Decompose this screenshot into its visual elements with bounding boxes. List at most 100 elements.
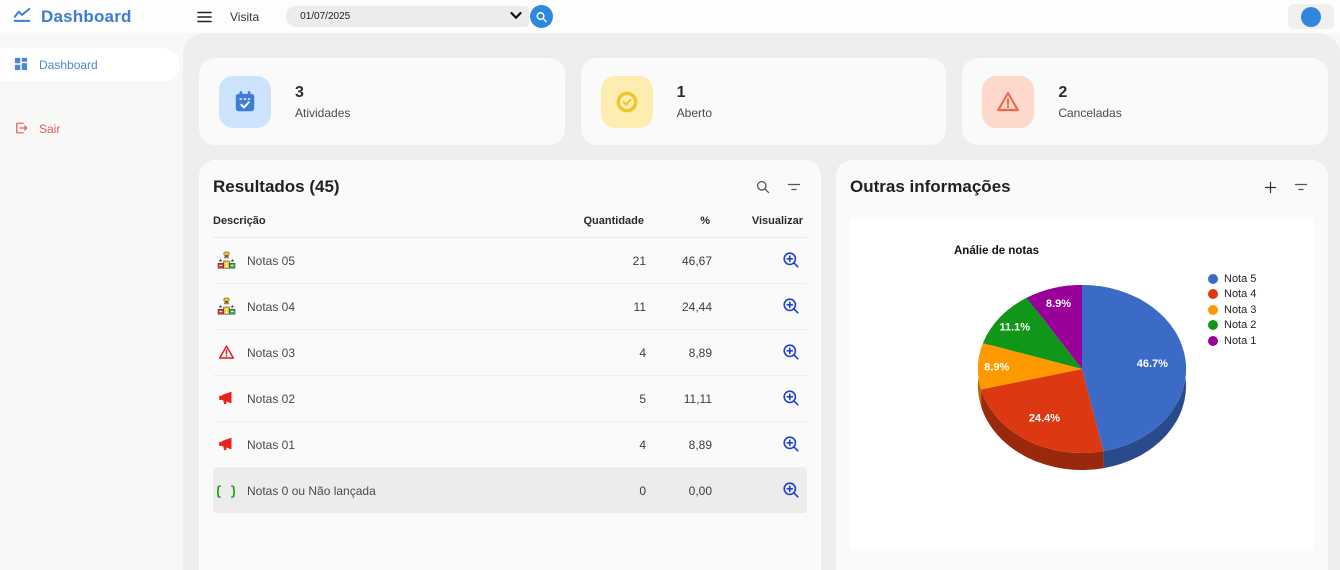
pie-slice-label: 8.9% — [984, 362, 1009, 374]
legend-swatch — [1208, 335, 1218, 346]
row-label: Notas 0 ou Não lançada — [247, 483, 376, 498]
other-info-panel: Outras informações Análie de notas 46.7%… — [836, 160, 1328, 570]
chevron-down-icon — [510, 11, 522, 23]
legend-label: Nota 3 — [1224, 303, 1257, 316]
sidebar-item-label: Sair — [39, 122, 61, 136]
grid-dashboard-icon — [14, 57, 28, 74]
zoom-in-icon[interactable] — [782, 343, 801, 362]
line-chart-logo-icon — [12, 4, 32, 29]
results-panel: Resultados (45) Descrição Quantidade % V… — [199, 160, 821, 570]
svg-text:★: ★ — [230, 304, 235, 309]
pie-slice-label: 46.7% — [1137, 358, 1168, 370]
pie-legend: Nota 5 Nota 4 Nota 3 Nota 2 Nota 1 — [1208, 271, 1256, 349]
row-percent: 0,00 — [688, 483, 712, 498]
avatar — [1301, 6, 1321, 27]
warning-triangle-icon — [982, 75, 1035, 128]
legend-item: Nota 5 — [1208, 271, 1256, 287]
table-filter-icon[interactable] — [787, 180, 801, 194]
column-visualizar: Visualizar — [751, 215, 803, 227]
row-quantity: 4 — [639, 437, 646, 452]
legend-swatch — [1208, 304, 1218, 315]
user-menu[interactable] — [1288, 4, 1334, 29]
row-percent: 11,11 — [683, 391, 712, 406]
table-search-icon[interactable] — [756, 180, 770, 194]
sidebar-item-dashboard[interactable]: Dashboard — [0, 48, 180, 82]
legend-item: Nota 1 — [1208, 333, 1256, 349]
column-quantidade: Quantidade — [583, 215, 644, 227]
row-label: Notas 03 — [247, 345, 296, 360]
row-label: Notas 02 — [247, 391, 296, 406]
megaphone-icon — [216, 390, 236, 407]
row-quantity: 21 — [632, 253, 646, 268]
table-row: { } Notas 0 ou Não lançada 0 0,00 — [213, 468, 807, 513]
row-quantity: 5 — [639, 391, 646, 406]
pie-chart-area: Análie de notas 46.7% 24.4% 8.9% 11.1% 8.9% … — [850, 219, 1314, 549]
search-button[interactable] — [530, 5, 554, 28]
legend-label: Nota 2 — [1224, 319, 1257, 332]
stat-value: 2 — [1058, 83, 1068, 101]
podium-icon: 1 ★ ★ — [216, 297, 236, 316]
legend-item: Nota 2 — [1208, 318, 1256, 334]
dashboard-page: Dashboard Visita 01/07/2025 Dashboard Sa… — [0, 0, 1340, 570]
megaphone-icon — [216, 436, 236, 453]
table-row: Notas 03 4 8,89 — [213, 330, 807, 376]
legend-item: Nota 3 — [1208, 302, 1256, 318]
legend-swatch — [1208, 320, 1218, 331]
legend-item: Nota 4 — [1208, 287, 1256, 303]
sidebar-item-sair[interactable]: Sair — [0, 112, 183, 146]
stat-card-canceladas: 2 Canceladas — [962, 58, 1329, 145]
pie-slice-label: 24.4% — [1029, 412, 1060, 424]
zoom-in-icon[interactable] — [782, 251, 801, 270]
sidebar: Dashboard Sair — [0, 33, 183, 570]
pie-slice-label: 8.9% — [1046, 298, 1071, 310]
date-select-value: 01/07/2025 — [300, 11, 351, 22]
row-percent: 8,89 — [688, 345, 712, 360]
svg-text:★: ★ — [230, 258, 235, 263]
zoom-in-icon[interactable] — [782, 389, 801, 408]
warning-icon — [216, 344, 236, 361]
row-label: Notas 01 — [247, 437, 296, 452]
zoom-in-icon[interactable] — [782, 297, 801, 316]
other-info-title: Outras informações — [850, 177, 1011, 196]
table-row: 1 ★ ★ Notas 04 11 24,44 — [213, 284, 807, 330]
row-quantity: 4 — [639, 345, 646, 360]
add-icon[interactable] — [1264, 181, 1277, 194]
hamburger-menu-icon[interactable] — [197, 11, 212, 23]
pie-slice-label: 11.1% — [999, 322, 1030, 334]
row-percent: 46,67 — [681, 253, 712, 268]
legend-swatch — [1208, 273, 1218, 284]
stat-cards: 3 Atividades 1 Aberto 2 Canceladas — [199, 58, 1329, 145]
legend-swatch — [1208, 289, 1218, 300]
legend-label: Nota 4 — [1224, 288, 1257, 301]
row-quantity: 11 — [633, 299, 646, 314]
topbar: Dashboard Visita 01/07/2025 — [0, 0, 1340, 33]
stat-label: Canceladas — [1058, 105, 1122, 120]
chart-filter-icon[interactable] — [1294, 180, 1308, 194]
zoom-in-icon[interactable] — [782, 435, 801, 454]
row-percent: 8,89 — [688, 437, 712, 452]
svg-text:★: ★ — [218, 304, 223, 309]
legend-label: Nota 1 — [1224, 334, 1257, 347]
podium-icon: 1 ★ ★ — [216, 251, 236, 270]
logout-icon — [14, 121, 28, 138]
column-descricao: Descrição — [213, 215, 266, 227]
calendar-check-icon — [219, 75, 271, 128]
visita-label: Visita — [230, 9, 260, 24]
stat-card-aberto: 1 Aberto — [580, 58, 947, 145]
pie-chart: 46.7% 24.4% 8.9% 11.1% 8.9% — [978, 285, 1186, 470]
column-percent: % — [700, 215, 710, 227]
app-title: Dashboard — [41, 6, 132, 26]
sidebar-item-label: Dashboard — [39, 58, 98, 72]
table-row: Notas 02 5 11,11 — [213, 376, 807, 422]
svg-text:{ }: { } — [217, 484, 235, 499]
date-select[interactable]: 01/07/2025 — [286, 6, 530, 27]
panels-row: Resultados (45) Descrição Quantidade % V… — [199, 160, 1328, 570]
zoom-in-icon[interactable] — [782, 481, 801, 500]
stat-label: Atividades — [295, 105, 351, 120]
table-row: Notas 01 4 8,89 — [213, 422, 807, 468]
results-title: Resultados (45) — [213, 177, 340, 196]
row-label: Notas 05 — [247, 253, 296, 268]
legend-label: Nota 5 — [1224, 272, 1257, 285]
braces-icon: { } — [216, 482, 236, 500]
stat-value: 3 — [295, 83, 304, 101]
